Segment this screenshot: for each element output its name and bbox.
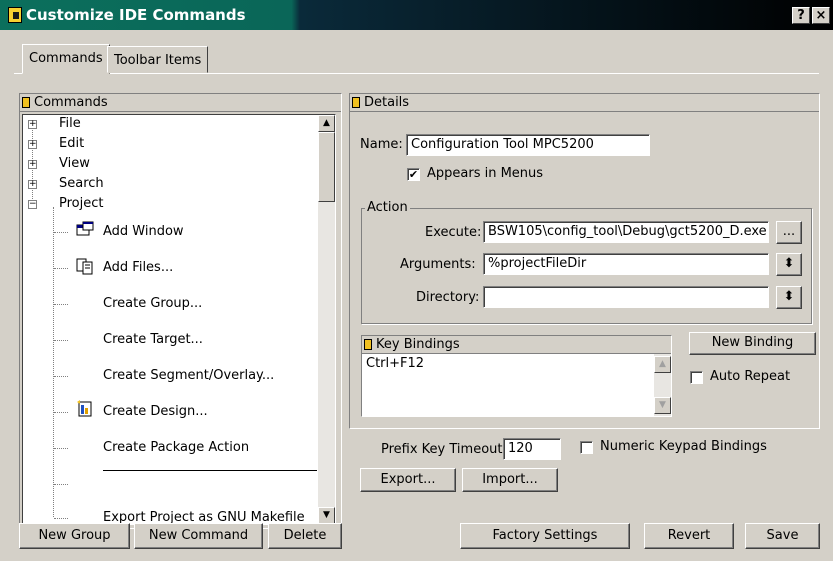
factory-settings-button[interactable]: Factory Settings (460, 523, 630, 549)
tree-line (54, 268, 68, 269)
tab-commands[interactable]: Commands (22, 44, 110, 74)
new-command-button[interactable]: New Command (134, 523, 263, 549)
prefix-key-timeout-label: Prefix Key Timeout: (381, 442, 507, 457)
delete-button[interactable]: Delete (268, 523, 342, 549)
key-bindings-header: Key Bindings (362, 336, 671, 354)
tree-item-edit[interactable]: Edit (59, 136, 84, 151)
tree-line (53, 207, 54, 517)
commands-header-label: Commands (34, 95, 108, 110)
tree-item-create-group[interactable]: Create Group... (103, 296, 202, 311)
tree-item-create-segment-overlay[interactable]: Create Segment/Overlay... (103, 368, 274, 383)
details-header: Details (350, 94, 819, 112)
create-design-icon (77, 400, 92, 417)
export-button[interactable]: Export... (360, 468, 456, 492)
expand-icon[interactable]: + (28, 140, 37, 149)
action-label: Action (365, 200, 410, 215)
key-bindings-list[interactable]: Ctrl+F12 ▲ ▼ (362, 354, 671, 416)
key-bindings-header-label: Key Bindings (376, 337, 460, 352)
auto-repeat-label: Auto Repeat (710, 369, 791, 384)
directory-field[interactable] (483, 286, 769, 308)
new-binding-button[interactable]: New Binding (689, 332, 816, 355)
tree-scrollbar[interactable]: ▲ ▼ (318, 115, 335, 524)
tree-line (54, 448, 68, 449)
menu-separator (103, 470, 317, 471)
directory-spinner-icon[interactable]: ⬍ (776, 286, 802, 309)
tree-line (54, 376, 68, 377)
tree-line (54, 232, 68, 233)
appears-in-menus-label: Appears in Menus (427, 166, 544, 181)
key-bindings-scrollbar[interactable]: ▲ ▼ (654, 354, 671, 416)
tree-item-project[interactable]: Project (59, 196, 103, 211)
scroll-thumb[interactable] (318, 132, 335, 202)
prefix-key-timeout-field[interactable]: 120 (503, 438, 561, 460)
panel-marker-icon (352, 97, 360, 108)
details-panel: Details Name: Configuration Tool MPC5200… (349, 93, 820, 429)
tree-item-create-target[interactable]: Create Target... (103, 332, 203, 347)
close-button[interactable]: × (812, 7, 830, 24)
collapse-icon[interactable]: − (28, 200, 37, 209)
tree-item-create-package-action[interactable]: Create Package Action (103, 440, 249, 455)
tree-line (54, 304, 68, 305)
app-icon (8, 7, 22, 23)
save-button[interactable]: Save (745, 523, 820, 549)
arguments-label: Arguments: (400, 257, 476, 272)
help-button[interactable]: ? (792, 7, 810, 24)
numeric-keypad-checkbox[interactable] (580, 441, 593, 454)
tree-line (54, 340, 68, 341)
appears-in-menus-checkbox[interactable]: ✔ (407, 168, 420, 181)
expand-icon[interactable]: + (28, 180, 37, 189)
panel-marker-icon (364, 339, 372, 350)
tree-item-view[interactable]: View (59, 156, 90, 171)
directory-label: Directory: (416, 290, 480, 305)
scroll-up-icon[interactable]: ▲ (654, 356, 671, 373)
window-title: Customize IDE Commands (26, 6, 246, 24)
name-label: Name: (360, 137, 403, 152)
arguments-field[interactable]: %projectFileDir (483, 253, 769, 275)
new-group-button[interactable]: New Group (19, 523, 130, 549)
tree-item-search[interactable]: Search (59, 176, 104, 191)
tab-divider (14, 73, 819, 74)
scroll-down-icon[interactable]: ▼ (318, 507, 335, 524)
tree-item-add-files[interactable]: Add Files... (103, 260, 173, 275)
key-bindings-panel: Key Bindings Ctrl+F12 ▲ ▼ (361, 335, 672, 417)
import-button[interactable]: Import... (462, 468, 558, 492)
tree-line (54, 412, 68, 413)
tree-item-add-window[interactable]: Add Window (103, 224, 184, 239)
tab-toolbar-items[interactable]: Toolbar Items (107, 46, 209, 73)
browse-button[interactable]: ... (776, 221, 802, 244)
key-binding-item[interactable]: Ctrl+F12 (366, 356, 424, 371)
customize-ide-commands-dialog: Customize IDE Commands ? × Commands Tool… (0, 0, 833, 561)
title-bar[interactable]: Customize IDE Commands ? × (0, 0, 833, 30)
tree-item-create-design[interactable]: Create Design... (103, 404, 208, 419)
add-files-icon (76, 258, 93, 275)
revert-button[interactable]: Revert (644, 523, 734, 549)
details-header-label: Details (364, 95, 410, 110)
scroll-down-icon[interactable]: ▼ (654, 397, 671, 414)
commands-tree[interactable]: + File + Edit + View + Search − Project … (22, 114, 336, 525)
execute-label: Execute: (425, 225, 482, 240)
commands-header: Commands (20, 94, 341, 112)
expand-icon[interactable]: + (28, 160, 37, 169)
panel-marker-icon (22, 97, 30, 108)
auto-repeat-checkbox[interactable] (690, 371, 703, 384)
tree-line (54, 484, 68, 485)
name-field[interactable]: Configuration Tool MPC5200 (406, 134, 650, 156)
expand-icon[interactable]: + (28, 120, 37, 129)
numeric-keypad-label: Numeric Keypad Bindings (600, 439, 767, 454)
tree-item-file[interactable]: File (59, 116, 81, 131)
commands-panel: Commands + File + Edit + View + Search −… (19, 93, 342, 529)
add-window-icon (76, 221, 94, 236)
arguments-spinner-icon[interactable]: ⬍ (776, 253, 802, 276)
execute-field[interactable]: BSW105\config_tool\Debug\gct5200_D.exe (483, 221, 769, 243)
scroll-up-icon[interactable]: ▲ (318, 115, 335, 132)
tree-line (54, 518, 68, 519)
